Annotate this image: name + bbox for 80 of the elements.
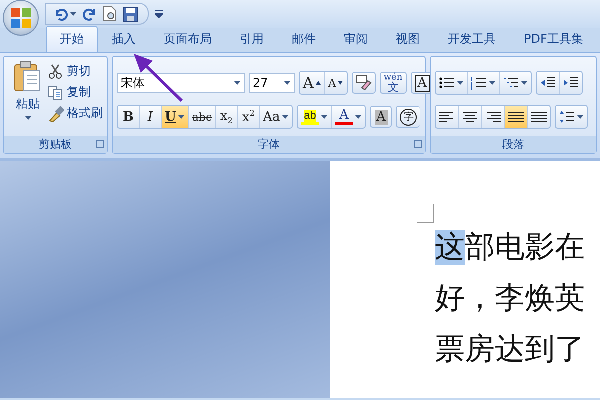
paintbrush-icon: [48, 106, 64, 122]
document-text: 票房达到了: [435, 331, 586, 369]
bold-button[interactable]: B: [118, 106, 140, 128]
ribbon-tab[interactable]: 开始: [46, 26, 98, 52]
dialog-launcher-icon[interactable]: [96, 140, 104, 148]
align-justify-button[interactable]: [505, 106, 528, 128]
save-icon[interactable]: [123, 6, 138, 22]
arrow-annotation: [134, 54, 183, 102]
eraser-icon: [356, 75, 372, 91]
scissors-icon: [48, 64, 64, 80]
bullet-list-icon: [439, 76, 455, 90]
copy-icon: [48, 84, 64, 100]
caret-icon: [24, 116, 32, 120]
align-left-icon: [439, 110, 455, 124]
highlight-button[interactable]: ab: [298, 106, 332, 128]
cut-button[interactable]: 剪切: [48, 63, 103, 80]
painter-button[interactable]: 格式刷: [48, 105, 103, 122]
ribbon-tab[interactable]: 审阅: [330, 26, 382, 52]
caret-icon: [457, 81, 464, 85]
print-preview-icon[interactable]: [103, 6, 117, 22]
align-justify-icon: [508, 110, 524, 124]
font-color-button[interactable]: A: [332, 106, 366, 128]
multilevel-list-icon: [503, 76, 519, 90]
font-name-field[interactable]: 宋体: [117, 73, 245, 93]
font-color-bar: [335, 122, 354, 124]
highlight-color-bar: [301, 122, 320, 124]
document-text: 这部电影在: [435, 229, 586, 267]
grow-font-button[interactable]: A: [300, 72, 325, 94]
paste-button[interactable]: 粘贴: [8, 61, 48, 132]
ribbon-tab[interactable]: 视图: [382, 26, 434, 52]
clear-format-button[interactable]: [352, 72, 376, 94]
office-button[interactable]: [3, 0, 39, 36]
undo-dropdown-icon: [70, 12, 77, 16]
ribbon-tab[interactable]: 邮件: [278, 26, 330, 52]
group-label: 剪贴板: [39, 137, 72, 152]
group-label: 段落: [502, 137, 524, 152]
align-center-icon: [462, 110, 478, 124]
caret-icon: [577, 115, 584, 119]
ribbon-tab[interactable]: 页面布局: [150, 26, 226, 52]
caret-icon: [321, 115, 328, 119]
clipboard-icon: [14, 61, 42, 93]
decrease-indent-icon: [540, 76, 556, 90]
numbered-list-icon: [471, 76, 487, 90]
enclose-character-button[interactable]: 字: [396, 106, 420, 128]
increase-indent-icon: [563, 76, 579, 90]
group-label: 字体: [258, 137, 280, 152]
caret-icon: [234, 81, 241, 85]
caret-icon: [521, 81, 528, 85]
up-triangle-icon: [316, 81, 321, 85]
align-right-icon: [485, 110, 501, 124]
align-left-button[interactable]: [436, 106, 459, 128]
customize-toolbar-icon[interactable]: [155, 10, 163, 18]
caret-icon: [178, 115, 186, 119]
caret-icon: [489, 81, 496, 85]
dialog-launcher-icon[interactable]: [414, 140, 422, 148]
line-spacing-icon: [559, 110, 575, 124]
caret-icon: [284, 81, 291, 85]
phonetic-guide-button[interactable]: wén 文: [380, 72, 407, 94]
redo-icon[interactable]: [83, 7, 97, 21]
character-shading-button[interactable]: A: [370, 106, 392, 128]
down-triangle-icon: [338, 81, 344, 85]
ribbon-tab[interactable]: 引用: [226, 26, 278, 52]
ribbon-tab[interactable]: PDF工具集: [510, 26, 598, 52]
undo-icon[interactable]: [54, 7, 68, 21]
office-logo: [10, 7, 32, 29]
change-case-button[interactable]: Aa: [260, 106, 292, 128]
caret-icon: [282, 115, 290, 119]
ribbon-tab[interactable]: 插入: [98, 26, 150, 52]
subscript-button[interactable]: x$_{2}$: [216, 106, 238, 128]
superscript-button[interactable]: x$^{2}$: [238, 106, 260, 128]
margin-corner-mark: [417, 204, 435, 224]
underline-button[interactable]: U: [162, 106, 190, 128]
font-size-field[interactable]: 27: [249, 73, 295, 93]
copy-button[interactable]: 复制: [48, 84, 103, 101]
align-distributed-icon: [531, 110, 547, 124]
document-text: 好，李焕英: [435, 280, 586, 318]
ribbon-tab[interactable]: 开发工具: [434, 26, 510, 52]
strikethrough-button[interactable]: abc: [189, 106, 216, 128]
caret-icon: [355, 115, 362, 119]
shrink-font-button[interactable]: A: [324, 72, 347, 94]
